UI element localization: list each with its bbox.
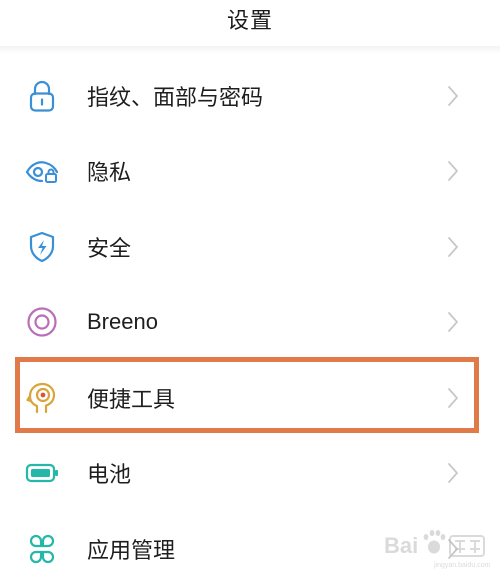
chevron-right-icon: [446, 236, 460, 258]
settings-item-label: 隐私: [87, 161, 132, 187]
settings-list: 指纹、面部与密码 隐私 安全 Breeno 便捷工具 电池 应用管理: [0, 58, 500, 577]
settings-item-security[interactable]: 安全: [0, 209, 500, 285]
header-divider: [0, 46, 500, 54]
settings-item-label: 安全: [87, 236, 132, 262]
settings-item-label: 电池: [87, 463, 132, 489]
convenience-tools-icon: [24, 380, 60, 416]
battery-icon: [24, 455, 60, 491]
svg-text:jingyan.baidu.com: jingyan.baidu.com: [433, 562, 491, 569]
settings-item-privacy[interactable]: 隐私: [0, 134, 500, 210]
svg-text:Bai: Bai: [384, 533, 418, 558]
settings-page: 设置 指纹、面部与密码 隐私 安全 Breeno 便捷工具 电池 应用管理 Ba…: [0, 0, 500, 577]
privacy-eye-icon: [24, 153, 60, 189]
lock-icon: [24, 78, 60, 114]
settings-item-fingerprint-face-password[interactable]: 指纹、面部与密码: [0, 58, 500, 134]
page-title: 设置: [226, 9, 273, 34]
settings-item-label: 指纹、面部与密码: [87, 85, 264, 111]
breeno-icon: [24, 304, 60, 340]
baidu-paw-icon: Bai jingyan.baidu.com: [384, 530, 491, 569]
settings-item-breeno[interactable]: Breeno: [0, 285, 500, 361]
header: 设置: [0, 0, 500, 54]
settings-item-label: 应用管理: [87, 538, 176, 564]
settings-item-label: Breeno: [87, 309, 158, 335]
settings-item-label: 便捷工具: [87, 387, 176, 413]
chevron-right-icon: [446, 160, 460, 182]
chevron-right-icon: [446, 462, 460, 484]
chevron-right-icon: [446, 85, 460, 107]
baidu-jingyan-watermark: Bai jingyan.baidu.com: [382, 519, 492, 571]
settings-item-convenience-tools[interactable]: 便捷工具: [0, 360, 500, 436]
chevron-right-icon: [446, 387, 460, 409]
app-grid-icon: [24, 531, 60, 567]
settings-item-battery[interactable]: 电池: [0, 436, 500, 512]
security-shield-icon: [24, 229, 60, 265]
chevron-right-icon: [446, 311, 460, 333]
